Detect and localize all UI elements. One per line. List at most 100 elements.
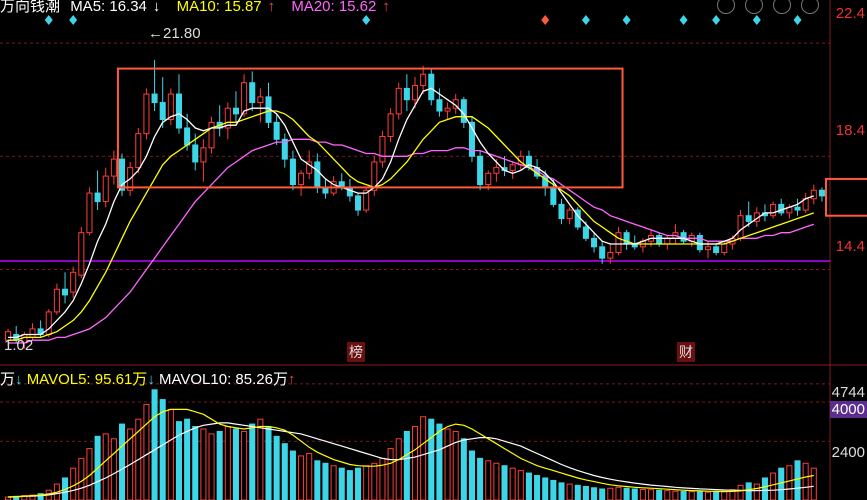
overlay-icon[interactable] (773, 0, 791, 14)
candle-up (110, 158, 117, 177)
candle-up (298, 172, 305, 186)
candle-up (737, 215, 744, 239)
volume-bar-down (403, 430, 410, 500)
volume-bar-up (371, 462, 378, 500)
candle-up (721, 243, 728, 253)
candle-down (346, 186, 353, 197)
volume-bar-down (534, 475, 541, 500)
volume-bar-down (322, 462, 329, 500)
candle-down (591, 237, 598, 248)
stock-chart (0, 0, 867, 500)
volume-bar-down (574, 484, 581, 500)
volume-bar-up (143, 403, 150, 500)
event-diamond-icon (541, 15, 550, 25)
volume-bar-up (770, 472, 777, 500)
volume-bar-down (273, 435, 280, 500)
volume-bar-up (517, 470, 524, 500)
candle-down (550, 186, 557, 205)
volume-bar-down (696, 491, 703, 500)
volume-bar-up (566, 483, 573, 500)
volume-bar-down (501, 465, 508, 500)
candle-down (192, 144, 199, 163)
candle-up (387, 113, 394, 137)
y-tick-mid: 18.4 (835, 122, 865, 139)
volume-bar-down (265, 426, 272, 500)
candle-down (159, 102, 166, 121)
event-diamond-icon (679, 15, 688, 25)
candle-down (175, 93, 183, 129)
volume-bar-down (656, 489, 663, 500)
candle-up (704, 246, 712, 251)
volume-bar-down (680, 490, 687, 500)
candle-down (94, 192, 101, 203)
volume-bar-up (70, 467, 77, 500)
candle-up (45, 311, 52, 336)
volume-bar-up (208, 433, 215, 500)
event-marker-bang[interactable]: 榜 (347, 342, 365, 362)
volume-bar-up (802, 462, 809, 500)
volume-bar-up (110, 438, 117, 500)
volume-bar-up (444, 428, 451, 500)
candle-up (509, 164, 516, 171)
volume-bar-up (639, 488, 646, 500)
candle-up (485, 172, 492, 186)
candle-down (558, 203, 565, 220)
candle-up (135, 133, 142, 169)
volume-bar-down (314, 460, 321, 500)
volume-bar-down (761, 477, 768, 500)
volume-bar-up (672, 490, 679, 500)
volume-bar-down (118, 423, 126, 500)
volume-bar-up (102, 433, 109, 500)
candle-down (184, 127, 191, 146)
volume-bar-up (298, 455, 305, 500)
vol-tick-top: 4744 (831, 384, 865, 401)
volume-bar-up (704, 491, 712, 500)
volume-bar-down (159, 399, 166, 500)
volume-bar-down (550, 479, 557, 500)
zoom-icon[interactable] (745, 0, 763, 14)
vol-tick-low: 2400 (831, 444, 865, 461)
candle-down (599, 246, 606, 259)
candle-down (273, 121, 280, 140)
ma10-legend: MA10: 15.87 ↑ (176, 0, 276, 15)
volume-bar-down (599, 488, 606, 500)
event-diamond-icon (581, 15, 590, 25)
candle-down (232, 107, 239, 115)
volume-bar-down (713, 491, 720, 500)
candle-down (778, 203, 785, 214)
volume-bar-up (721, 490, 728, 500)
volume-header: 万↓ MAVOL5: 95.61万↓ MAVOL10: 85.26万↑ (0, 368, 295, 389)
volume-bar-up (241, 430, 248, 500)
mavol5-legend: MAVOL5: 95.61万↓ (26, 371, 155, 388)
volume-bar-up (363, 465, 370, 500)
volume-bar-down (525, 472, 532, 500)
more-icon[interactable] (801, 0, 819, 14)
candle-up (607, 251, 614, 259)
volume-bar-up (485, 460, 492, 500)
volume-bar-up (509, 467, 516, 500)
candle-down (818, 189, 825, 197)
volume-bar-down (355, 467, 362, 500)
volume-bar-up (493, 462, 500, 500)
volume-bar-up (420, 416, 427, 500)
volume-bar-down (745, 482, 752, 500)
event-diamond-icon (793, 15, 802, 25)
event-diamond-icon (69, 15, 78, 25)
settings-icon[interactable] (717, 0, 735, 14)
candle-down (696, 235, 703, 251)
candle-down (794, 206, 801, 211)
candle-up (70, 271, 77, 293)
volume-bar-up (257, 418, 264, 500)
event-diamond-icon (622, 15, 631, 25)
volume-bar-up (167, 408, 174, 500)
candle-down (151, 93, 158, 104)
y-tick-low: 14.4 (835, 238, 865, 255)
consolidation-box-1 (116, 67, 624, 189)
event-marker-cai[interactable]: 财 (677, 342, 695, 362)
mavol10-legend: MAVOL10: 85.26万↑ (158, 371, 296, 388)
volume-bar-down (232, 428, 239, 500)
volume-bar-down (281, 443, 288, 500)
volume-bar-down (591, 487, 598, 500)
candle-up (241, 82, 248, 115)
price-header: 万向钱潮 MA5: 16.34 ↓ MA10: 15.87 ↑ MA20: 15.6… (0, 0, 402, 15)
